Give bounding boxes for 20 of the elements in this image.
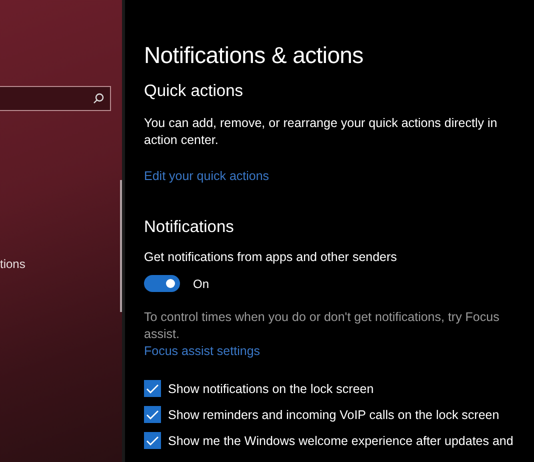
toggle-label: Get notifications from apps and other senders	[144, 249, 398, 266]
checkbox[interactable]	[144, 432, 161, 449]
edit-quick-actions-link[interactable]: Edit your quick actions	[144, 168, 270, 185]
toggle-state: On	[193, 276, 210, 290]
hint-text: To control times when you do or don't get notifications, try Focus assist.	[144, 309, 500, 343]
checkbox-label: Show notifications on the lock screen	[168, 382, 374, 396]
focus-assist-link[interactable]: Focus assist settings	[144, 343, 260, 360]
page-title: Notifications & actions	[144, 42, 364, 69]
search-field[interactable]	[0, 86, 111, 111]
checkbox[interactable]	[144, 406, 161, 423]
description-text: You can add, remove, or rearrange your quick actions directly in action center.	[144, 115, 498, 149]
toggle-switch[interactable]	[144, 275, 180, 292]
search-icon	[93, 93, 104, 104]
section-heading: Notifications	[144, 218, 235, 237]
checkbox[interactable]	[144, 380, 161, 397]
nav-item[interactable]: tions	[0, 257, 122, 271]
section-heading: Quick actions	[144, 82, 244, 101]
checkbox-label: Show reminders and incoming VoIP calls on the lock screen	[168, 408, 500, 422]
checkbox-label: Show me the Windows welcome experience after updates and	[168, 434, 514, 448]
scrollbar[interactable]	[120, 180, 122, 312]
